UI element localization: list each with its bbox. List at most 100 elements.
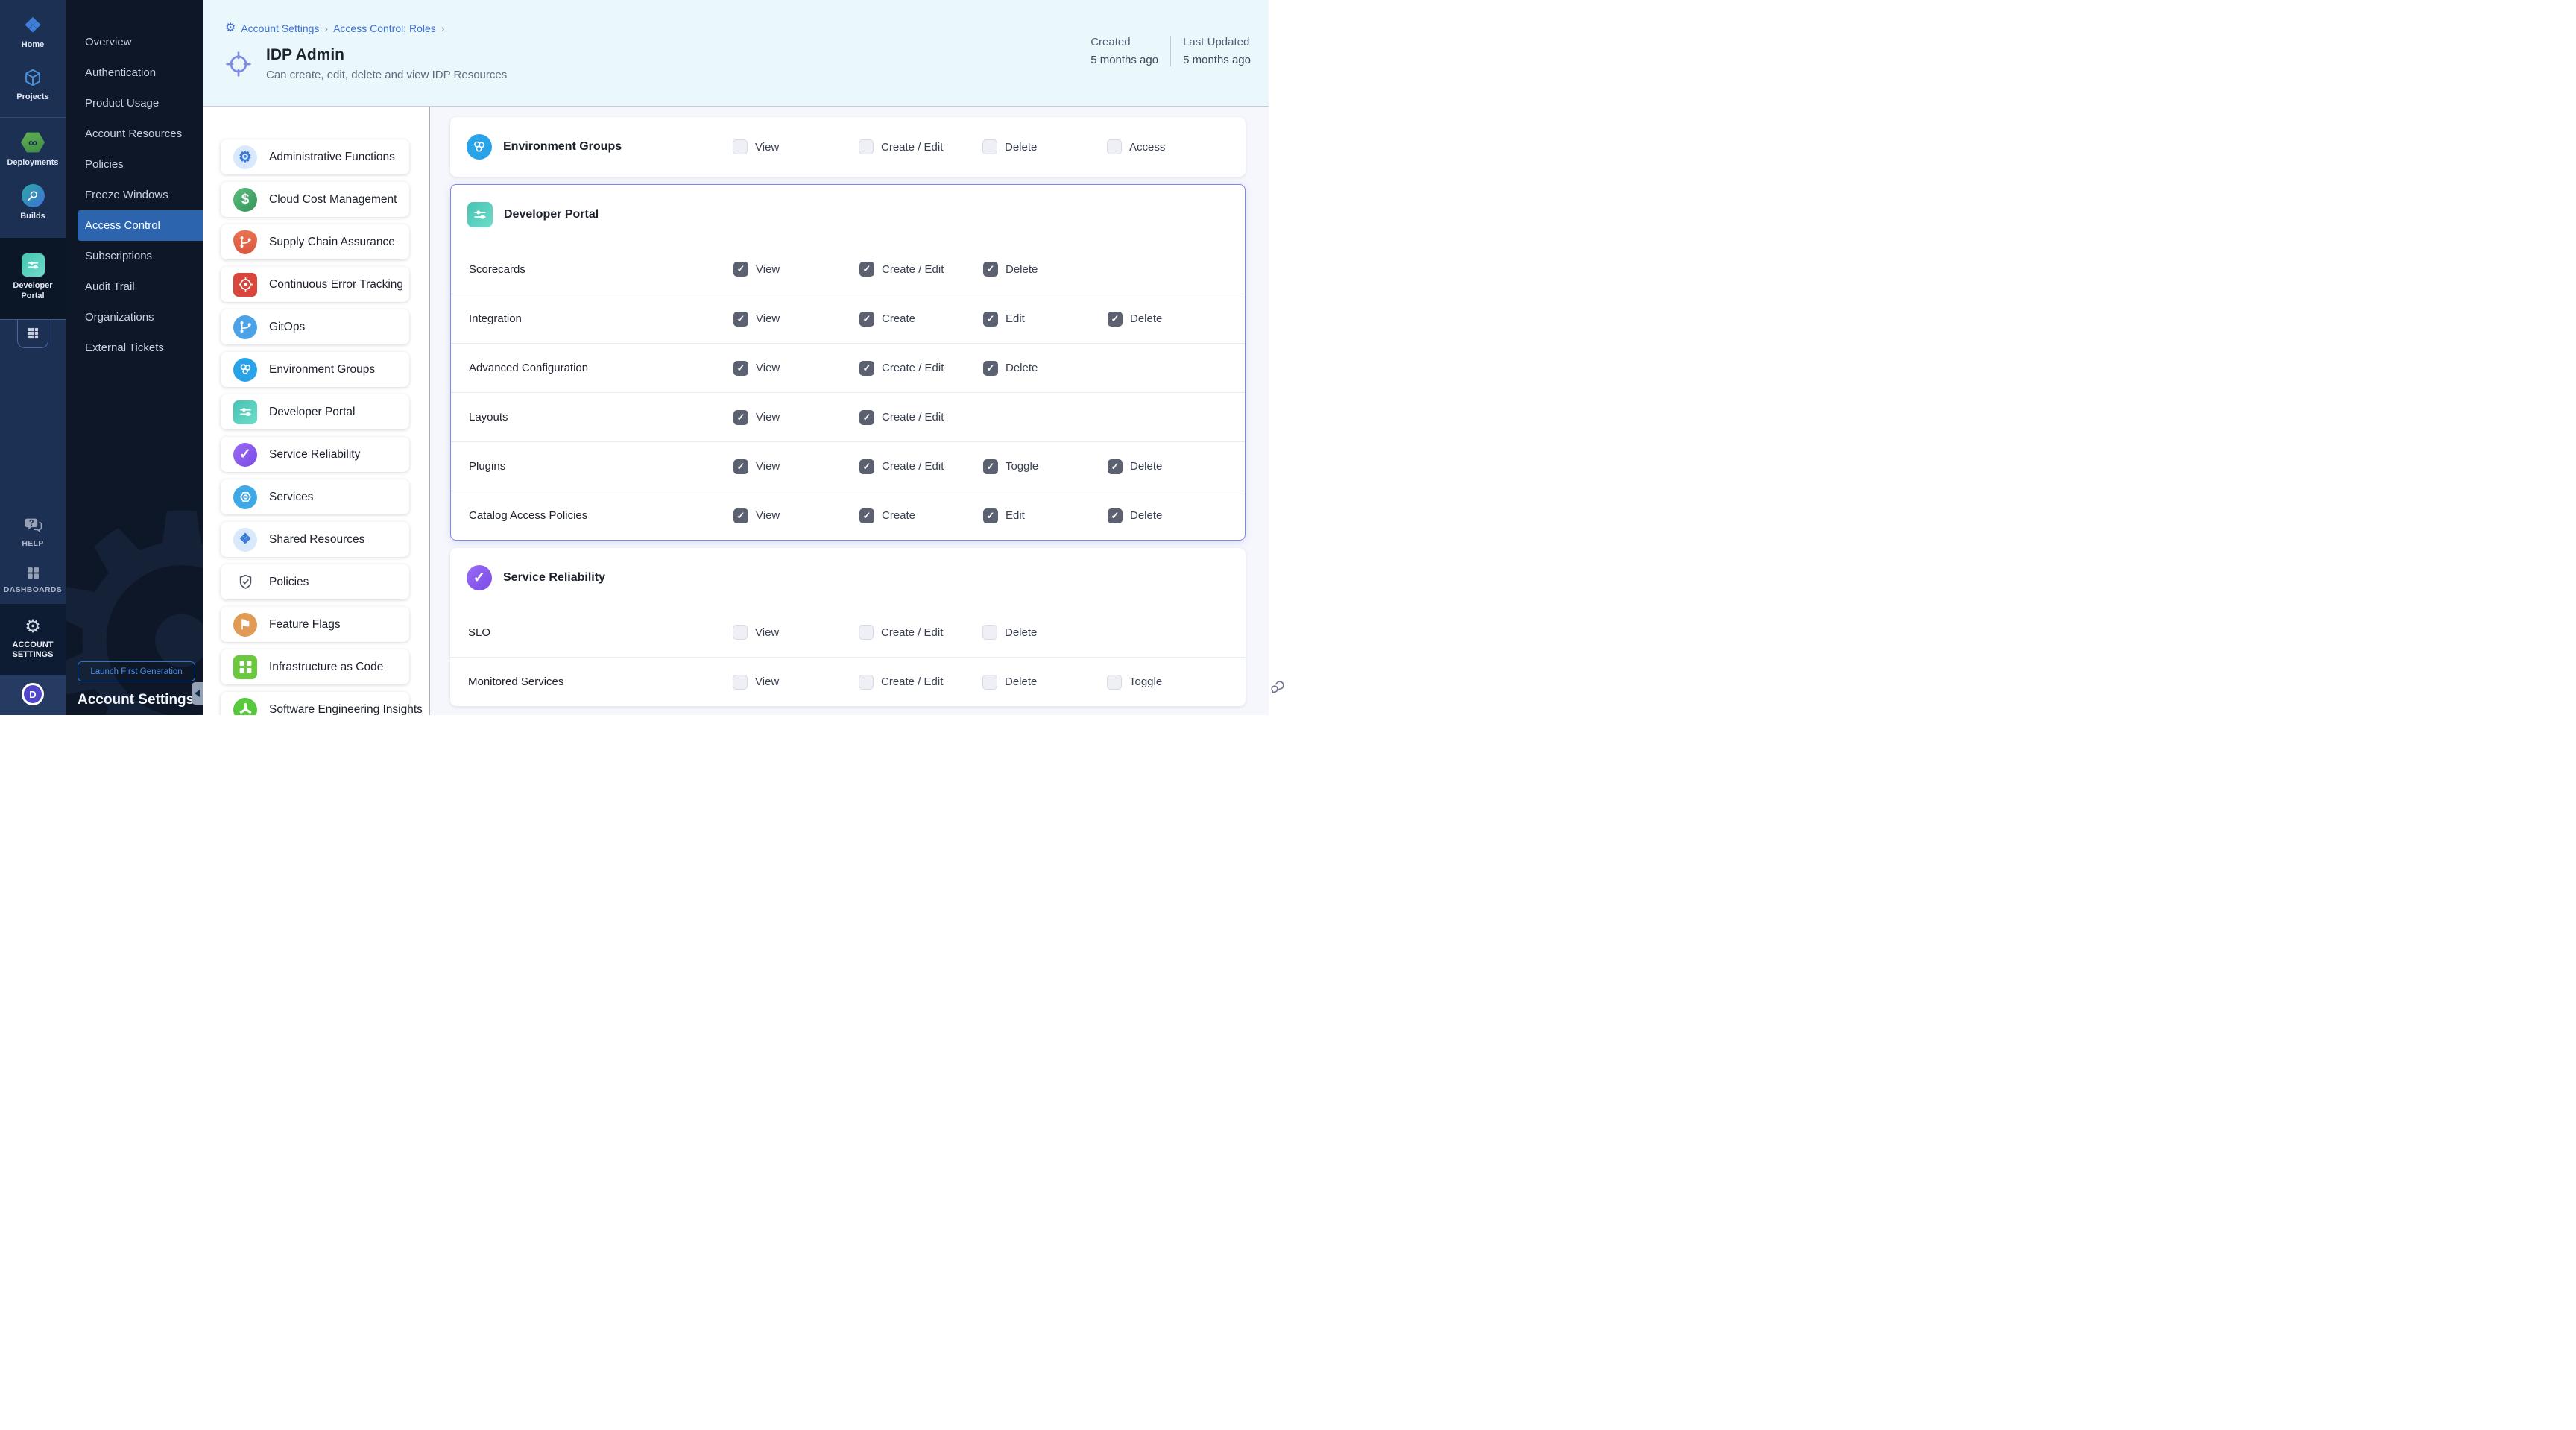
resource-item-administrative-functions[interactable]: ⚙Administrative Functions [221,139,409,174]
resource-item-environment-groups[interactable]: Environment Groups [221,352,409,387]
permission-row-slo: SLOViewCreate / EditDelete [450,608,1246,657]
sidebar-collapse-button[interactable] [192,682,203,705]
rail-item-dashboards[interactable]: DASHBOARDS [0,557,66,603]
sidebar-item-product-usage[interactable]: Product Usage [66,88,203,119]
created-value: 5 months ago [1090,54,1158,66]
scorecards-delete-checkbox[interactable]: ✓ [983,262,998,277]
integration-view-checkbox[interactable]: ✓ [733,312,748,327]
shared-resources-icon: ❖ [233,528,257,552]
catalog-access-policies-edit-checkbox[interactable]: ✓ [983,508,998,523]
sidebar-item-audit-trail[interactable]: Audit Trail [66,271,203,302]
monitored-services-create-edit-checkbox[interactable] [859,675,874,690]
rail-item-projects[interactable]: Projects [0,59,66,111]
permission-label: View [756,312,780,325]
environment-groups-access-checkbox[interactable] [1107,139,1122,154]
sidebar-item-authentication[interactable]: Authentication [66,57,203,88]
developer-portal-icon [467,202,493,227]
monitored-services-toggle-checkbox[interactable] [1107,675,1122,690]
resource-item-feature-flags[interactable]: ⚑Feature Flags [221,607,409,642]
resource-item-label: Services [269,491,313,504]
environment-groups-view-checkbox[interactable] [733,139,748,154]
sidebar-item-policies[interactable]: Policies [66,149,203,180]
rail-item-help[interactable]: HELP [0,508,66,557]
advanced-configuration-delete-checkbox[interactable]: ✓ [983,361,998,376]
resource-item-shared-resources[interactable]: ❖ Shared Resources [221,522,409,557]
advanced-configuration-view-checkbox[interactable]: ✓ [733,361,748,376]
rail-item-label: Deployments [7,158,58,168]
section-header: ✓Service Reliability [450,548,1246,608]
sidebar-item-organizations[interactable]: Organizations [66,302,203,333]
layouts-view-checkbox[interactable]: ✓ [733,410,748,425]
resource-item-cloud-cost-management[interactable]: $Cloud Cost Management [221,182,409,217]
resource-item-supply-chain-assurance[interactable]: Supply Chain Assurance [221,224,409,259]
support-chat-icon[interactable] [1269,678,1287,696]
resource-item-infrastructure-as-code[interactable]: Infrastructure as Code [221,649,409,684]
module-rail: ❖ Home Projects ∞ Deployments Builds Dev… [0,0,66,715]
environment-groups-create-edit-checkbox[interactable] [859,139,874,154]
user-avatar[interactable]: D [22,683,44,705]
slo-create-edit-checkbox[interactable] [859,625,874,640]
permission-row-advanced-configuration: Advanced Configuration✓View✓Create / Edi… [451,343,1245,392]
monitored-services-delete-checkbox[interactable] [982,675,997,690]
service-reliability-icon: ✓ [233,443,257,467]
scorecards-view-checkbox[interactable]: ✓ [733,262,748,277]
environment-groups-delete-checkbox[interactable] [982,139,997,154]
help-chat-icon [24,516,42,535]
rail-item-home[interactable]: ❖ Home [0,7,66,59]
plugins-view-checkbox[interactable]: ✓ [733,459,748,474]
permission-label: View [756,362,780,374]
created-meta: Created 5 months ago [1090,36,1158,66]
rail-item-builds[interactable]: Builds [0,176,66,230]
main-area: ⚙ Account Settings › Access Control: Rol… [203,0,1269,715]
catalog-access-policies-delete-checkbox[interactable]: ✓ [1108,508,1123,523]
plugins-toggle-checkbox[interactable]: ✓ [983,459,998,474]
rail-item-label: Builds [20,212,45,222]
sidebar-item-external-tickets[interactable]: External Tickets [66,333,203,363]
catalog-access-policies-view-checkbox[interactable]: ✓ [733,508,748,523]
plugins-delete-checkbox[interactable]: ✓ [1108,459,1123,474]
scorecards-create-edit-checkbox[interactable]: ✓ [859,262,874,277]
section-title: Service Reliability [503,571,605,585]
resource-item-software-engineering-insights[interactable]: Software Engineering Insights [221,692,409,715]
breadcrumb-link-account-settings[interactable]: Account Settings [241,22,319,34]
sidebar-item-account-resources[interactable]: Account Resources [66,119,203,149]
slo-delete-checkbox[interactable] [982,625,997,640]
integration-edit-checkbox[interactable]: ✓ [983,312,998,327]
resource-item-service-reliability[interactable]: ✓Service Reliability [221,437,409,472]
monitored-services-view-checkbox[interactable] [733,675,748,690]
module-grid-button[interactable] [17,320,48,348]
role-description: Can create, edit, delete and view IDP Re… [266,69,507,81]
section-header: Developer Portal [451,185,1245,245]
breadcrumb-link-access-control-roles[interactable]: Access Control: Roles [333,22,436,34]
resource-item-developer-portal[interactable]: Developer Portal [221,394,409,429]
last-updated-value: 5 months ago [1183,54,1251,66]
catalog-access-policies-create-checkbox[interactable]: ✓ [859,508,874,523]
sidebar-item-subscriptions[interactable]: Subscriptions [66,241,203,271]
integration-delete-checkbox[interactable]: ✓ [1108,312,1123,327]
resource-item-services[interactable]: Services [221,479,409,514]
resource-item-policies[interactable]: Policies [221,564,409,599]
resource-item-continuous-error-tracking[interactable]: Continuous Error Tracking [221,267,409,302]
rail-item-account-settings[interactable]: ⚙ ACCOUNT SETTINGS [0,610,66,670]
home-diamonds-icon: ❖ [24,16,42,36]
module-grid-icon [25,326,40,341]
integration-create-checkbox[interactable]: ✓ [859,312,874,327]
last-updated-meta: Last Updated 5 months ago [1170,36,1251,66]
resource-item-gitops[interactable]: GitOps [221,309,409,344]
permission-slo-create-edit: Create / Edit [859,625,982,640]
sidebar-item-access-control[interactable]: Access Control [78,210,203,241]
permission-section-service-reliability: ✓Service ReliabilitySLOViewCreate / Edit… [450,548,1246,706]
sidebar-item-freeze-windows[interactable]: Freeze Windows [66,180,203,210]
resource-item-label: Shared Resources [269,533,364,547]
permission-advanced-configuration-delete: ✓Delete [983,361,1108,376]
launch-first-generation-button[interactable]: Launch First Generation [78,661,195,681]
permission-environment-groups-delete: Delete [982,139,1107,154]
plugins-create-edit-checkbox[interactable]: ✓ [859,459,874,474]
slo-view-checkbox[interactable] [733,625,748,640]
sidebar-item-overview[interactable]: Overview [66,27,203,57]
permission-label: View [755,626,779,639]
advanced-configuration-create-edit-checkbox[interactable]: ✓ [859,361,874,376]
rail-item-developer-portal[interactable]: Developer Portal [0,245,66,310]
layouts-create-edit-checkbox[interactable]: ✓ [859,410,874,425]
rail-item-deployments[interactable]: ∞ Deployments [0,124,66,177]
